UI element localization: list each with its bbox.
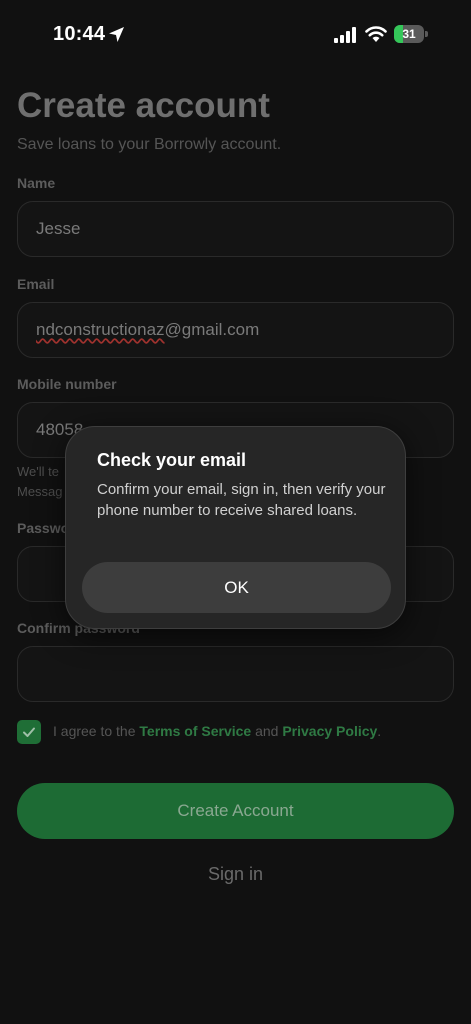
create-account-screen: 10:44 31 Create account Save loans to yo… xyxy=(0,0,471,1024)
battery-icon: 31 xyxy=(394,25,428,43)
status-bar: 10:44 31 xyxy=(0,0,471,70)
privacy-policy-link[interactable]: Privacy Policy xyxy=(282,723,377,739)
dialog-title: Check your email xyxy=(97,450,247,470)
dialog-ok-button[interactable]: OK xyxy=(82,562,391,613)
terms-of-service-link[interactable]: Terms of Service xyxy=(139,723,251,739)
agreement-and: and xyxy=(251,723,283,739)
email-value-domain: @gmail.com xyxy=(164,320,260,339)
terms-agreement-row: I agree to the Terms of Service and Priv… xyxy=(17,720,457,746)
terms-checkbox[interactable] xyxy=(17,720,41,744)
check-email-dialog: Check your email Confirm your email, sig… xyxy=(65,426,406,629)
name-label: Name xyxy=(17,175,56,191)
checkmark-icon xyxy=(23,727,35,737)
agreement-suffix: . xyxy=(377,723,382,739)
sign-in-link[interactable]: Sign in xyxy=(0,864,471,885)
location-arrow-icon xyxy=(109,27,124,42)
dialog-message: Confirm your email, sign in, then verify… xyxy=(97,481,386,519)
confirm-password-field[interactable] xyxy=(17,646,454,702)
agreement-prefix: I agree to the xyxy=(53,723,140,739)
status-time: 10:44 xyxy=(53,23,106,45)
email-field[interactable]: ndconstructionaz@gmail.com xyxy=(17,302,454,358)
name-field[interactable]: Jesse xyxy=(17,201,454,257)
wifi-icon xyxy=(365,26,387,42)
password-label: Passwo xyxy=(17,520,70,536)
mobile-label: Mobile number xyxy=(17,376,117,392)
email-label: Email xyxy=(17,276,55,292)
page-subtitle: Save loans to your Borrowly account. xyxy=(17,136,282,153)
cellular-signal-icon xyxy=(334,27,356,43)
page-title: Create account xyxy=(17,86,270,125)
create-account-button[interactable]: Create Account xyxy=(17,783,454,839)
email-value-misspelled: ndconstructionaz xyxy=(36,320,165,339)
battery-percent: 31 xyxy=(402,27,416,41)
agreement-text: I agree to the Terms of Service and Priv… xyxy=(53,723,381,739)
mobile-helper-line-1: We'll te xyxy=(17,464,59,479)
mobile-helper-line-2: Messag xyxy=(17,484,63,499)
